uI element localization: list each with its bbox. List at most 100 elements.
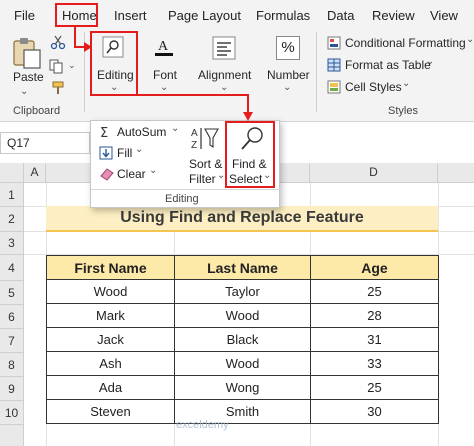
menu-review[interactable]: Review xyxy=(372,8,415,23)
conditional-formatting-chevron-icon[interactable]: ⌄ xyxy=(466,34,474,45)
alignment-label[interactable]: Alignment xyxy=(198,68,251,82)
copy-chevron-icon[interactable]: ⌄ xyxy=(68,60,76,71)
data-table: First Name Last Name Age Wood Taylor 25 … xyxy=(46,255,439,424)
cell-last-name[interactable]: Taylor xyxy=(174,279,311,304)
row-header-10[interactable]: 10 xyxy=(0,401,24,425)
select-all-corner[interactable] xyxy=(0,163,24,183)
format-painter-icon[interactable] xyxy=(50,80,66,96)
clear-label[interactable]: Clear xyxy=(117,167,146,181)
sort-filter-label-line1[interactable]: Sort & xyxy=(189,157,222,171)
format-as-table-chevron-icon[interactable]: ⌄ xyxy=(426,56,434,67)
row-header-5[interactable]: 5 xyxy=(0,281,24,305)
row-header-3[interactable]: 3 xyxy=(0,232,24,255)
table-row: Wood Taylor 25 xyxy=(46,279,439,304)
cell-age[interactable]: 28 xyxy=(310,303,439,328)
cell-age[interactable]: 33 xyxy=(310,351,439,376)
column-header-a[interactable]: A xyxy=(24,163,46,183)
cell-last-name[interactable]: Wong xyxy=(174,375,311,400)
cell-last-name[interactable]: Black xyxy=(174,327,311,352)
cell-first-name[interactable]: Mark xyxy=(46,303,175,328)
cell-first-name[interactable]: Jack xyxy=(46,327,175,352)
row-header-7[interactable]: 7 xyxy=(0,329,24,353)
menu-data[interactable]: Data xyxy=(327,8,354,23)
table-row: Steven Smith 30 xyxy=(46,399,439,424)
fill-label[interactable]: Fill xyxy=(117,146,132,160)
sheet-title[interactable]: Using Find and Replace Feature xyxy=(46,206,438,232)
ribbon-separator xyxy=(316,32,317,112)
svg-text:A: A xyxy=(158,39,169,54)
font-label[interactable]: Font xyxy=(153,68,177,82)
fill-chevron-icon[interactable]: ⌄ xyxy=(135,144,143,155)
cell-age[interactable]: 25 xyxy=(310,375,439,400)
cell-first-name[interactable]: Ada xyxy=(46,375,175,400)
cell-age[interactable]: 31 xyxy=(310,327,439,352)
cell-first-name[interactable]: Steven xyxy=(46,399,175,424)
conditional-formatting-icon[interactable] xyxy=(327,36,341,50)
clear-eraser-icon[interactable] xyxy=(99,167,115,181)
dropdown-separator xyxy=(91,189,281,190)
watermark: exceldemy xyxy=(176,419,229,431)
alignment-chevron-icon[interactable]: ⌄ xyxy=(220,82,228,93)
name-box[interactable]: Q17 xyxy=(0,132,90,154)
row-header-2[interactable]: 2 xyxy=(0,207,24,232)
cell-age[interactable]: 30 xyxy=(310,399,439,424)
alignment-icon[interactable] xyxy=(212,36,236,60)
cell-first-name[interactable]: Ash xyxy=(46,351,175,376)
header-last-name[interactable]: Last Name xyxy=(174,255,311,280)
cut-icon[interactable] xyxy=(50,34,66,50)
autosum-icon[interactable]: Σ xyxy=(99,125,113,139)
cell-styles-chevron-icon[interactable]: ⌄ xyxy=(402,78,410,89)
format-as-table-icon[interactable] xyxy=(327,58,341,72)
paste-icon[interactable] xyxy=(10,36,44,70)
styles-group-label: Styles xyxy=(388,105,418,117)
row-header-4[interactable]: 4 xyxy=(0,255,24,281)
menu-view[interactable]: View xyxy=(430,8,458,23)
font-icon[interactable]: A xyxy=(153,36,175,58)
arrow-line xyxy=(138,94,248,96)
row-header-9[interactable]: 9 xyxy=(0,377,24,401)
cell-last-name[interactable]: Wood xyxy=(174,303,311,328)
copy-icon[interactable] xyxy=(48,58,66,74)
row-header-1[interactable]: 1 xyxy=(0,183,24,207)
menu-formulas[interactable]: Formulas xyxy=(256,8,310,23)
menu-file[interactable]: File xyxy=(14,8,35,23)
clear-chevron-icon[interactable]: ⌄ xyxy=(149,165,157,176)
table-header-row: First Name Last Name Age xyxy=(46,255,439,280)
table-row: Jack Black 31 xyxy=(46,327,439,352)
cell-styles-icon[interactable] xyxy=(327,80,341,94)
arrow-line xyxy=(74,26,76,48)
number-chevron-icon[interactable]: ⌄ xyxy=(283,82,291,93)
cell-last-name[interactable]: Wood xyxy=(174,351,311,376)
header-age[interactable]: Age xyxy=(310,255,439,280)
arrow-head-icon xyxy=(243,112,253,121)
autosum-chevron-icon[interactable]: ⌄ xyxy=(171,123,179,134)
row-header-8[interactable]: 8 xyxy=(0,353,24,377)
number-label[interactable]: Number xyxy=(267,68,310,82)
editing-group-label: Editing xyxy=(165,193,199,205)
cell-styles-label[interactable]: Cell Styles xyxy=(345,80,402,94)
row-header-11[interactable] xyxy=(0,425,24,446)
cell-age[interactable]: 25 xyxy=(310,279,439,304)
row-header-6[interactable]: 6 xyxy=(0,305,24,329)
arrow-line xyxy=(247,94,249,114)
format-as-table-label[interactable]: Format as Table xyxy=(345,58,431,72)
paste-label[interactable]: Paste xyxy=(13,70,44,84)
table-row: Ash Wood 33 xyxy=(46,351,439,376)
number-percent-icon[interactable]: % xyxy=(276,36,300,60)
conditional-formatting-label[interactable]: Conditional Formatting xyxy=(345,36,466,50)
sort-filter-label-line2[interactable]: Filter xyxy=(189,172,216,186)
column-header-d[interactable]: D xyxy=(310,163,438,183)
fill-down-icon[interactable] xyxy=(99,146,113,160)
paste-chevron-icon[interactable]: ⌄ xyxy=(20,86,28,97)
font-chevron-icon[interactable]: ⌄ xyxy=(160,82,168,93)
cell-first-name[interactable]: Wood xyxy=(46,279,175,304)
sort-filter-icon[interactable]: A Z xyxy=(191,125,219,155)
clipboard-group-label: Clipboard xyxy=(13,105,61,117)
header-first-name[interactable]: First Name xyxy=(46,255,175,280)
menu-page-layout[interactable]: Page Layout xyxy=(168,8,241,23)
menu-insert[interactable]: Insert xyxy=(114,8,147,23)
arrow-head-icon xyxy=(84,42,92,52)
autosum-label[interactable]: AutoSum xyxy=(117,125,166,139)
column-header-e[interactable] xyxy=(438,163,474,183)
home-tab-highlight xyxy=(55,3,98,27)
